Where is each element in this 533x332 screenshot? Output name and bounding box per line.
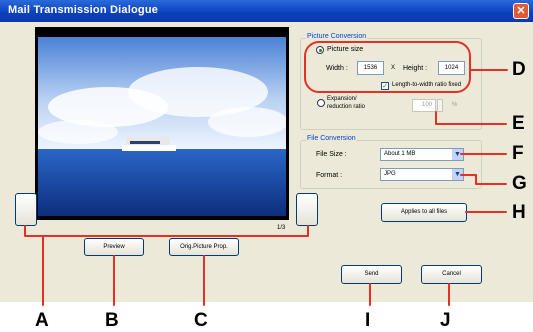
callout-a-line bbox=[24, 225, 309, 237]
callout-label-h: H bbox=[512, 202, 526, 223]
callout-label-g: G bbox=[512, 173, 527, 194]
callout-label-a: A bbox=[35, 310, 49, 331]
callout-label-i: I bbox=[365, 310, 371, 331]
callout-label-f: F bbox=[512, 143, 524, 164]
callout-label-b: B bbox=[105, 310, 119, 331]
callout-label-e: E bbox=[512, 113, 525, 134]
callout-label-c: C bbox=[194, 310, 208, 331]
callout-e-line bbox=[435, 111, 507, 125]
callout-label-j: J bbox=[440, 310, 451, 331]
callout-g-line bbox=[460, 174, 507, 185]
callout-d-highlight bbox=[304, 41, 471, 93]
callout-overlay bbox=[24, 41, 508, 306]
callout-label-d: D bbox=[512, 59, 526, 80]
